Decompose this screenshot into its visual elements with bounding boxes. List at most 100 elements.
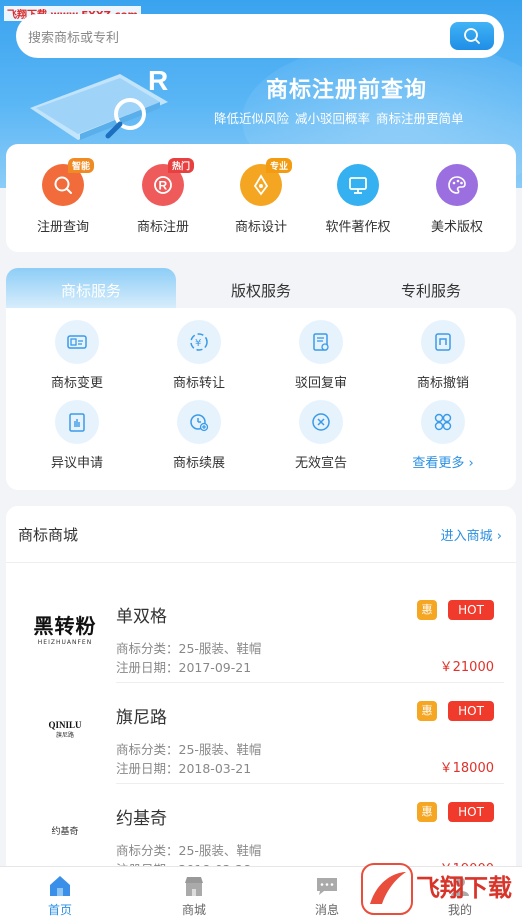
view-more-label: 查看更多: [412, 456, 465, 471]
service-icon-circle: [55, 320, 99, 364]
quick-item-label: 商标注册: [136, 220, 189, 235]
quick-item-trademark-design[interactable]: 专业 商标设计: [216, 158, 306, 235]
palette-icon: [448, 176, 466, 194]
logo-subtext: HEIZHUANFEN: [37, 639, 93, 646]
product-price: ￥21000: [439, 660, 494, 675]
monitor-icon: [349, 177, 367, 194]
search-input[interactable]: 搜索商标或专利: [28, 27, 119, 46]
service-label: 异议申请: [50, 456, 103, 471]
objection-icon: [69, 413, 85, 432]
nav-message[interactable]: 消息: [287, 873, 367, 918]
service-icon-circle: ¥: [177, 320, 221, 364]
quick-item-trademark-register[interactable]: R 热门 商标注册: [118, 158, 208, 235]
svg-text:R: R: [148, 65, 168, 96]
logo-text: 黑转粉: [33, 614, 97, 638]
search-button[interactable]: [450, 22, 494, 50]
service-icon-circle: [177, 400, 221, 444]
discount-badge: 惠: [417, 802, 437, 822]
service-icon-circle: [55, 400, 99, 444]
service-objection-application[interactable]: 异议申请: [27, 400, 127, 471]
tab-copyright-service[interactable]: 版权服务: [176, 268, 346, 312]
hot-badge: HOT: [448, 701, 494, 721]
product-logo: QINILU 旗尼路: [20, 683, 110, 775]
logo-subtext: 旗尼路: [55, 731, 74, 739]
tab-patent-service[interactable]: 专利服务: [346, 268, 516, 312]
badge-smart: 智能: [68, 158, 95, 173]
hot-badge: HOT: [448, 802, 494, 822]
service-view-more[interactable]: 查看更多 ›: [393, 400, 493, 471]
badge-pro: 专业: [266, 158, 293, 173]
search-icon: [54, 176, 72, 194]
home-icon: [50, 876, 70, 896]
service-label: 商标撤销: [416, 376, 469, 391]
product-category: 商标分类：25-服装、鞋帽: [116, 742, 262, 757]
pen-icon: [253, 174, 269, 196]
product-category: 商标分类：25-服装、鞋帽: [116, 843, 262, 858]
service-trademark-change[interactable]: 商标变更: [27, 320, 127, 391]
service-trademark-transfer[interactable]: ¥ 商标转让: [149, 320, 249, 391]
transfer-icon: ¥: [190, 333, 208, 351]
banner-subtitle: 降低近似风险 减小驳回概率 商标注册更简单: [214, 111, 464, 126]
hot-badge: HOT: [448, 600, 494, 620]
review-doc-icon: [313, 333, 329, 351]
service-label: 驳回复审: [294, 376, 347, 391]
service-label: 商标续展: [172, 456, 225, 471]
registered-icon: R: [154, 176, 172, 194]
more-icon: [434, 413, 452, 431]
quick-icon-circle: [337, 164, 379, 206]
nav-shop[interactable]: 商城: [154, 873, 234, 918]
discount-badge: 惠: [417, 701, 437, 721]
revoke-icon: [435, 333, 451, 351]
service-trademark-revoke[interactable]: 商标撤销: [393, 320, 493, 391]
product-name: 旗尼路: [116, 708, 167, 728]
search-bar[interactable]: 搜索商标或专利: [16, 14, 504, 58]
nav-home[interactable]: 首页: [20, 873, 100, 918]
services-grid: 商标变更 ¥ 商标转让 驳回复审 商标撤销 异议申请 商标续展 无效宣告 查看更…: [6, 308, 516, 490]
message-icon: [317, 878, 337, 895]
product-logo: 黑转粉 HEIZHUANFEN: [20, 582, 110, 674]
chevron-right-icon: ›: [496, 529, 502, 544]
product-price: ￥18000: [439, 761, 494, 776]
quick-item-register-query[interactable]: 智能 注册查询: [18, 158, 108, 235]
quick-item-label: 商标设计: [234, 220, 287, 235]
tab-trademark-service[interactable]: 商标服务: [6, 268, 176, 312]
product-date: 注册日期：2018-03-21: [116, 761, 252, 776]
logo-text: QINILU: [48, 719, 82, 730]
logo-text: 约基奇: [51, 826, 79, 837]
quick-item-art-copyright[interactable]: 美术版权: [412, 164, 502, 235]
quick-item-label: 注册查询: [36, 220, 89, 235]
product-category: 商标分类：25-服装、鞋帽: [116, 641, 262, 656]
svg-text:R: R: [159, 179, 168, 193]
nav-label: 商城: [181, 903, 206, 917]
service-rejection-review[interactable]: 驳回复审: [271, 320, 371, 391]
service-label: 无效宣告: [294, 456, 347, 471]
chevron-right-icon: ›: [468, 456, 474, 471]
quick-icon-circle: R 热门: [142, 158, 195, 206]
quick-icon-circle: [436, 164, 478, 206]
quick-entry-card: 智能 注册查询 R 热门 商标注册 专业 商标设计 软件著作权 美术版权: [6, 144, 516, 252]
product-logo: 约基奇: [20, 784, 110, 876]
service-icon-circle: [421, 400, 465, 444]
banner-illustration: R: [30, 65, 168, 140]
quick-item-software-copyright[interactable]: 软件著作权: [312, 164, 404, 235]
service-invalid-declaration[interactable]: 无效宣告: [271, 400, 371, 471]
service-tabs: 商标服务 版权服务 专利服务: [6, 268, 516, 312]
quick-icon-circle: 智能: [42, 158, 95, 206]
product-item[interactable]: 黑转粉 HEIZHUANFEN 单双格 商标分类：25-服装、鞋帽 注册日期：2…: [6, 582, 516, 683]
badge-hot: 热门: [168, 158, 195, 173]
service-trademark-renew[interactable]: 商标续展: [149, 400, 249, 471]
service-label: 查看更多 ›: [393, 452, 493, 471]
enter-market-link[interactable]: 进入商城 ›: [441, 525, 502, 544]
search-icon: [464, 28, 480, 44]
nav-label: 首页: [47, 903, 72, 917]
product-name: 约基奇: [116, 809, 167, 829]
product-name: 单双格: [116, 607, 167, 627]
product-item[interactable]: QINILU 旗尼路 旗尼路 商标分类：25-服装、鞋帽 注册日期：2018-0…: [6, 683, 516, 784]
service-label: 商标变更: [50, 376, 103, 391]
enter-market-label: 进入商城: [440, 529, 493, 544]
market-title: 商标商城: [18, 526, 79, 544]
service-label: 商标转让: [172, 376, 225, 391]
banner-title: 商标注册前查询: [266, 78, 428, 103]
quick-item-label: 软件著作权: [325, 220, 391, 235]
service-icon-circle: [421, 320, 465, 364]
